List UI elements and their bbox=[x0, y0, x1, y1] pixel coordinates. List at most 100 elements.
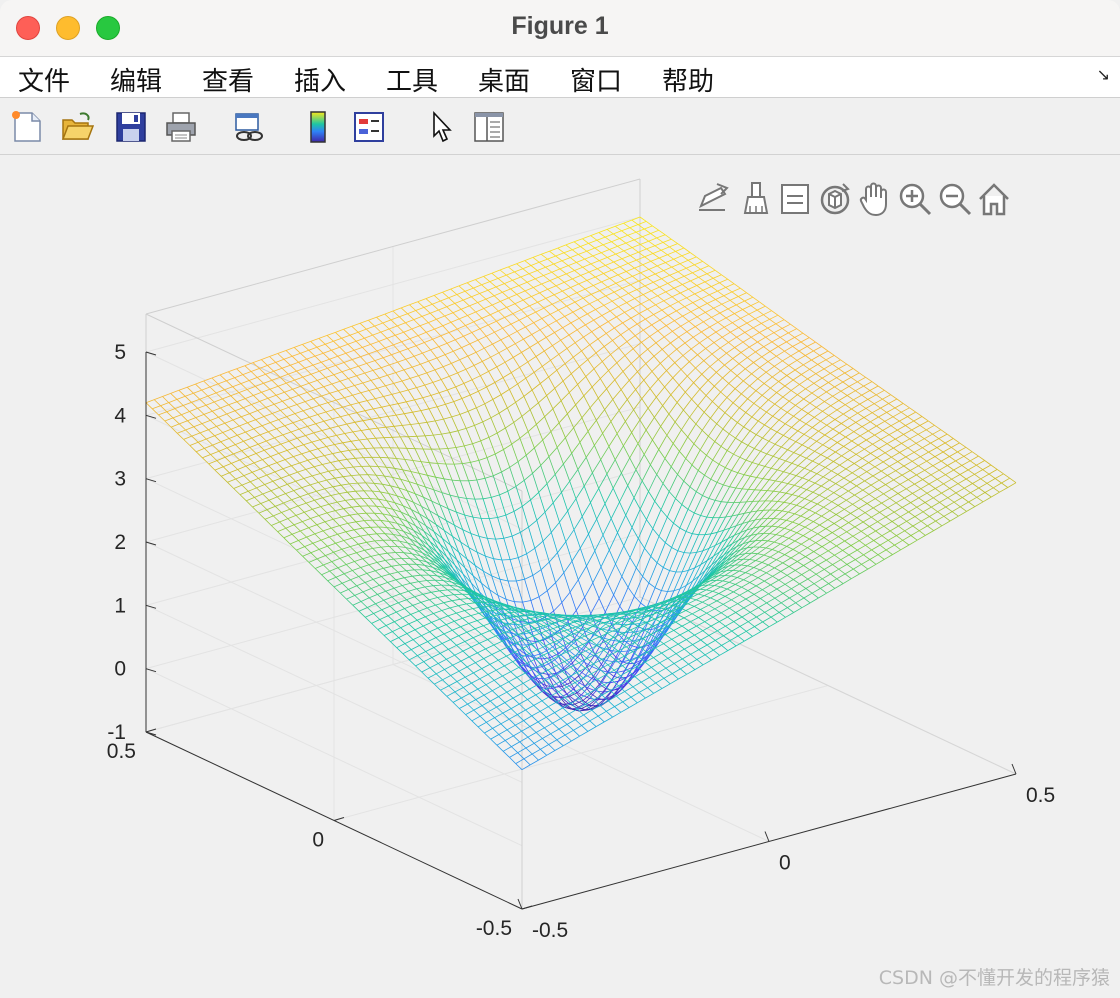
mesh-line bbox=[545, 337, 553, 346]
mesh-line bbox=[507, 580, 515, 602]
new-figure-icon[interactable] bbox=[10, 110, 44, 144]
insert-legend-icon[interactable] bbox=[352, 110, 386, 144]
mesh-line bbox=[268, 465, 276, 473]
mesh-line bbox=[571, 560, 579, 580]
mesh-line bbox=[343, 537, 353, 541]
mesh-line bbox=[510, 557, 519, 560]
mesh-line bbox=[605, 333, 613, 341]
mesh-line bbox=[277, 531, 285, 539]
mesh-line bbox=[462, 615, 471, 619]
mesh-line bbox=[630, 251, 639, 256]
mesh-line bbox=[582, 677, 590, 685]
mesh-line bbox=[585, 324, 592, 332]
mesh-line bbox=[442, 675, 451, 681]
mesh-line bbox=[402, 424, 411, 426]
mesh-line bbox=[334, 510, 342, 518]
mesh-line bbox=[483, 654, 493, 659]
mesh-line bbox=[297, 505, 305, 513]
open-file-icon[interactable] bbox=[60, 110, 95, 144]
mesh-line bbox=[328, 469, 337, 472]
property-inspector-icon[interactable] bbox=[472, 110, 506, 144]
mesh-line bbox=[506, 343, 516, 349]
surface-plot-axes[interactable]: -1012345-0.500.5-0.500.5 bbox=[0, 155, 1120, 998]
mesh-line bbox=[656, 562, 664, 568]
mesh-line bbox=[446, 691, 456, 697]
mesh-line bbox=[495, 286, 503, 293]
mesh-line bbox=[301, 484, 311, 488]
save-icon[interactable] bbox=[114, 110, 148, 144]
mesh-line bbox=[692, 331, 702, 338]
mesh-line bbox=[539, 292, 547, 299]
mesh-line bbox=[631, 432, 639, 444]
mesh-line bbox=[502, 288, 511, 293]
mesh-line bbox=[210, 416, 219, 421]
menu-help[interactable]: 帮助 bbox=[662, 61, 714, 98]
mesh-line bbox=[586, 565, 594, 583]
mesh-line bbox=[260, 499, 270, 504]
mesh-line bbox=[419, 645, 426, 652]
mesh-line bbox=[658, 516, 668, 537]
mesh-line bbox=[476, 479, 484, 499]
mesh-line bbox=[393, 587, 401, 595]
mesh-line bbox=[655, 270, 664, 275]
dock-figure-icon[interactable]: ↘ bbox=[1097, 65, 1110, 84]
menu-insert[interactable]: 插入 bbox=[294, 61, 346, 98]
mesh-line bbox=[314, 497, 323, 501]
insert-colorbar-icon[interactable] bbox=[302, 110, 336, 144]
mesh-line bbox=[620, 389, 628, 400]
mesh-line bbox=[282, 397, 291, 402]
menu-desktop[interactable]: 桌面 bbox=[478, 61, 530, 98]
mesh-line bbox=[629, 224, 639, 229]
mesh-line bbox=[624, 275, 633, 281]
mesh-line bbox=[573, 350, 582, 358]
mesh-line bbox=[366, 573, 374, 580]
mesh-line bbox=[377, 466, 385, 477]
mesh-line bbox=[595, 721, 605, 727]
mesh-line bbox=[664, 234, 672, 240]
mesh-line bbox=[557, 541, 567, 553]
mesh-line bbox=[395, 579, 403, 586]
mesh-line bbox=[502, 292, 509, 299]
mesh-line bbox=[367, 437, 376, 440]
mesh-line bbox=[383, 631, 393, 636]
mesh-line bbox=[425, 647, 435, 652]
mesh-line bbox=[589, 715, 599, 722]
mesh-line bbox=[370, 527, 378, 535]
mesh-line bbox=[637, 429, 647, 444]
mesh-line bbox=[396, 643, 406, 649]
mesh-line bbox=[247, 456, 255, 464]
mesh-line bbox=[463, 682, 472, 688]
mesh-line bbox=[479, 324, 489, 330]
print-icon[interactable] bbox=[164, 110, 198, 144]
title-bar[interactable]: Figure 1 bbox=[0, 0, 1120, 57]
mesh-line bbox=[484, 403, 492, 418]
mesh-line bbox=[640, 269, 650, 274]
mesh-line bbox=[396, 458, 404, 470]
mesh-line bbox=[686, 326, 696, 333]
menu-view[interactable]: 查看 bbox=[202, 61, 254, 98]
menu-file[interactable]: 文件 bbox=[18, 61, 70, 98]
link-plot-icon[interactable] bbox=[232, 110, 266, 144]
mesh-line bbox=[447, 447, 457, 449]
edit-plot-arrow-icon[interactable] bbox=[426, 110, 460, 144]
mesh-line bbox=[425, 616, 432, 623]
mesh-line bbox=[672, 331, 679, 338]
mesh-line bbox=[462, 617, 470, 624]
mesh-line bbox=[359, 505, 367, 514]
mesh-line bbox=[432, 338, 440, 347]
mesh-line bbox=[542, 359, 551, 367]
mesh-line bbox=[570, 675, 580, 684]
mesh-line bbox=[310, 341, 318, 348]
mesh-line bbox=[548, 701, 557, 708]
mesh-line bbox=[417, 331, 427, 336]
mesh-line bbox=[318, 512, 328, 516]
mesh-line bbox=[702, 261, 710, 267]
mesh-line bbox=[292, 385, 301, 390]
mesh-line bbox=[500, 723, 508, 731]
menu-window[interactable]: 窗口 bbox=[570, 61, 622, 98]
mesh-line bbox=[489, 281, 497, 288]
menu-tools[interactable]: 工具 bbox=[386, 61, 438, 98]
mesh-line bbox=[624, 312, 632, 319]
mesh-line bbox=[512, 357, 520, 368]
menu-edit[interactable]: 编辑 bbox=[110, 61, 162, 98]
